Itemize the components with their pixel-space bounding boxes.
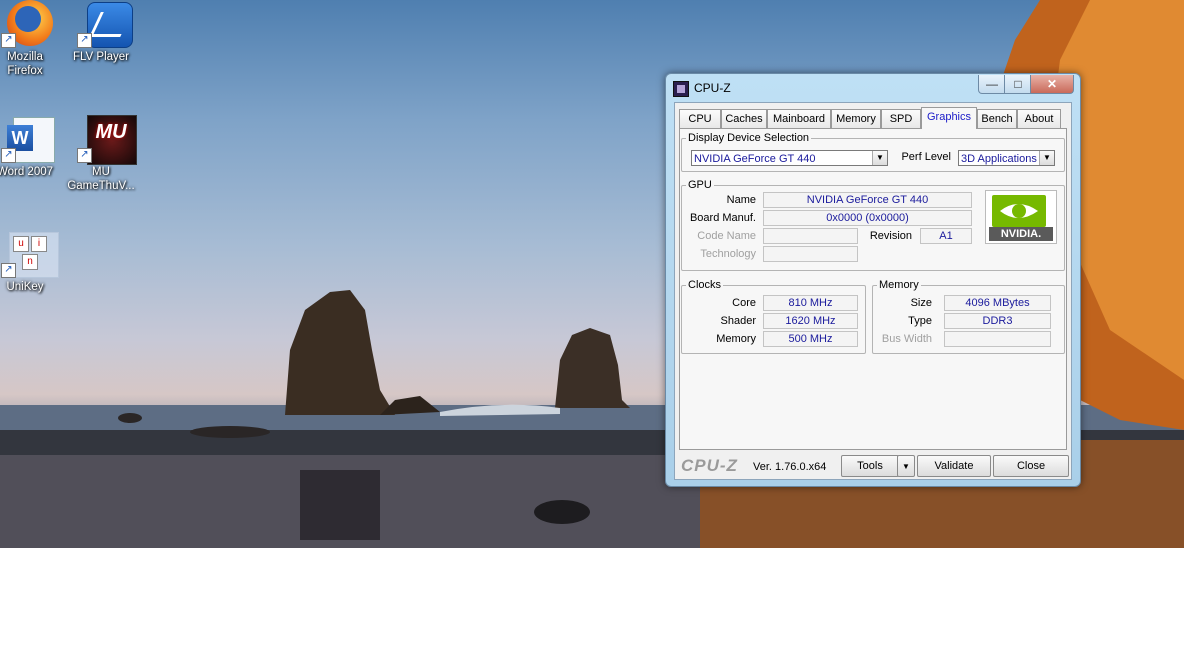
title-bar[interactable]: CPU-Z — □ ✕ [666, 74, 1080, 102]
memory-type-label: Type [908, 315, 932, 327]
memory-size-value: 4096 MBytes [944, 295, 1051, 311]
icon-label-line1: FLV Player [72, 51, 130, 63]
icon-label-line1: UniKey [6, 281, 44, 293]
flv-player-icon: ↗ [77, 0, 133, 48]
board-manuf-label: Board Manuf. [689, 212, 756, 224]
memory-legend: Memory [879, 279, 919, 291]
tab-cpu[interactable]: CPU [679, 109, 721, 128]
memory-clock-label: Memory [716, 333, 756, 345]
technology-value [763, 246, 858, 262]
perf-level-label: Perf Level [901, 151, 951, 163]
cpuz-brand-logo: CPU-Z [681, 456, 738, 475]
memory-size-label: Size [910, 297, 932, 309]
shader-clock-label: Shader [720, 315, 756, 327]
chevron-down-icon[interactable]: ▼ [1039, 151, 1054, 165]
chevron-down-icon: ▼ [902, 462, 910, 471]
tools-dropdown-button[interactable]: ▼ [897, 455, 915, 477]
icon-label-line1: Mozilla [7, 51, 43, 63]
tab-spd[interactable]: SPD [881, 109, 921, 128]
maximize-button[interactable]: □ [1004, 75, 1032, 94]
close-button[interactable]: Close [993, 455, 1069, 477]
display-device-value: NVIDIA GeForce GT 440 [694, 153, 816, 165]
core-clock-label: Core [732, 297, 756, 309]
clocks-legend: Clocks [688, 279, 722, 291]
shader-clock-value: 1620 MHz [763, 313, 858, 329]
gpu-legend: GPU [688, 179, 712, 191]
core-clock-value: 810 MHz [763, 295, 858, 311]
memory-clock-value: 500 MHz [763, 331, 858, 347]
minimize-button[interactable]: — [978, 75, 1006, 94]
firefox-icon: ↗ [1, 0, 53, 48]
icon-label-line1: Word 2007 [0, 166, 54, 178]
gpu-name-label: Name [726, 194, 756, 206]
shortcut-arrow-icon: ↗ [1, 33, 16, 48]
desktop-icon-firefox[interactable]: ↗ Mozilla Firefox [0, 0, 60, 78]
nvidia-logo-text: NVIDIA. [1000, 228, 1042, 240]
tab-mainboard[interactable]: Mainboard [767, 109, 831, 128]
desktop-icon-mu-game[interactable]: MU ↗ MU GameThuV... [66, 115, 137, 193]
tab-about[interactable]: About [1017, 109, 1061, 128]
revision-label: Revision [869, 230, 912, 242]
validate-button[interactable]: Validate [917, 455, 991, 477]
tab-caches[interactable]: Caches [721, 109, 767, 128]
display-device-legend: Display Device Selection [688, 132, 810, 144]
perf-level-value: 3D Applications [961, 153, 1037, 165]
code-name-label: Code Name [697, 230, 756, 242]
word-icon: W ↗ [1, 115, 55, 163]
revision-value: A1 [920, 228, 972, 244]
cpuz-window[interactable]: CPU-Z — □ ✕ CPU Caches Mainboard Memory … [665, 73, 1081, 487]
board-manuf-value: 0x0000 (0x0000) [763, 210, 972, 226]
tab-bench[interactable]: Bench [977, 109, 1017, 128]
desktop-icon-word[interactable]: W ↗ Word 2007 [0, 115, 60, 179]
desktop-icon-unikey[interactable]: u i n ↗ UniKey [0, 230, 60, 294]
client-area: CPU Caches Mainboard Memory SPD Graphics… [674, 102, 1072, 480]
version-label: Ver. 1.76.0.x64 [753, 461, 827, 473]
nvidia-logo: NVIDIA. [985, 190, 1057, 244]
shortcut-arrow-icon: ↗ [1, 148, 16, 163]
bus-width-value [944, 331, 1051, 347]
unikey-icon: u i n ↗ [1, 230, 59, 278]
tab-memory[interactable]: Memory [831, 109, 881, 128]
shortcut-arrow-icon: ↗ [1, 263, 16, 278]
desktop-icon-flv-player[interactable]: ↗ FLV Player [66, 0, 136, 64]
footer-bar: CPU-Z Ver. 1.76.0.x64 Tools ▼ Validate C… [675, 453, 1071, 479]
code-name-value [763, 228, 858, 244]
mu-game-icon: MU ↗ [77, 115, 137, 165]
icon-label-line2: Firefox [7, 65, 43, 77]
chevron-down-icon[interactable]: ▼ [872, 151, 887, 165]
gpu-name-value: NVIDIA GeForce GT 440 [763, 192, 972, 208]
window-title: CPU-Z [694, 81, 731, 95]
shortcut-arrow-icon: ↗ [77, 33, 92, 48]
shortcut-arrow-icon: ↗ [77, 148, 92, 163]
memory-type-value: DDR3 [944, 313, 1051, 329]
technology-label: Technology [700, 248, 756, 260]
display-device-select[interactable]: NVIDIA GeForce GT 440 ▼ [691, 150, 888, 166]
graphics-panel: Display Device Selection NVIDIA GeForce … [679, 128, 1067, 450]
tab-graphics[interactable]: Graphics [921, 107, 977, 129]
icon-label-line2: GameThuV... [67, 180, 135, 192]
icon-label-line1: MU [92, 166, 110, 178]
close-window-button[interactable]: ✕ [1030, 75, 1074, 94]
cpuz-app-icon[interactable] [673, 81, 689, 97]
perf-level-select[interactable]: 3D Applications ▼ [958, 150, 1055, 166]
tools-button[interactable]: Tools [841, 455, 899, 477]
bus-width-label: Bus Width [881, 333, 932, 345]
